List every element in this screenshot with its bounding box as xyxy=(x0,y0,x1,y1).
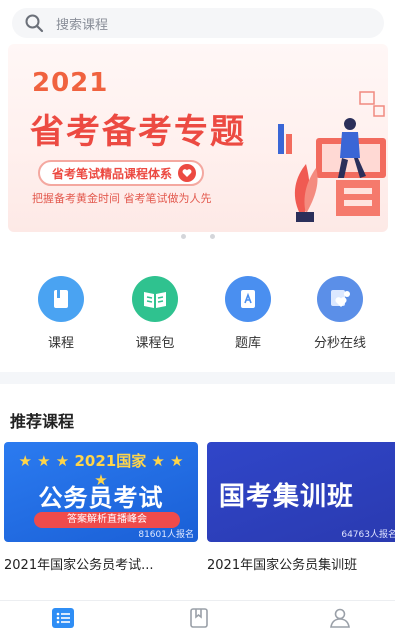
search-icon xyxy=(24,13,44,33)
section-divider xyxy=(0,372,395,384)
enroll-count: 64763人报名 xyxy=(341,530,395,540)
search-bar[interactable]: 搜索课程 xyxy=(12,8,384,38)
banner-pill-text: 省考笔试精品课程体系 xyxy=(52,166,173,181)
section-title: 推荐课程 xyxy=(10,412,75,431)
category-label: 课程包 xyxy=(135,336,175,351)
pager-dot[interactable] xyxy=(180,234,186,239)
category-online[interactable]: 分秒在线 xyxy=(300,276,380,351)
enroll-count: 81601人报名 xyxy=(138,530,194,540)
category-course[interactable]: 课程 xyxy=(21,276,101,351)
course-name[interactable]: 2021年国家公务员集训班 xyxy=(207,554,395,573)
nav-study[interactable] xyxy=(187,608,211,632)
banner-illustration xyxy=(278,91,386,222)
book-icon xyxy=(38,276,84,322)
thumb-badge: 答案解析直播峰会 xyxy=(34,512,180,528)
app-home: 搜索课程 2021 省考备考专题 省考笔试精品课程体系 把握备考黄金时间 省考笔… xyxy=(0,0,395,635)
list-icon xyxy=(52,608,74,632)
banner-pill: 省考笔试精品课程体系 xyxy=(38,160,205,186)
category-label: 题库 xyxy=(234,336,261,351)
course-name[interactable]: 2021年国家公务员考试... xyxy=(4,554,198,573)
course-card[interactable]: ★ ★ ★ 2021国家 ★ ★ ★ 公务员考试 答案解析直播峰会 81601人… xyxy=(4,442,198,573)
heart-icon xyxy=(178,164,197,182)
nav-home[interactable] xyxy=(51,608,75,632)
banner-title: 省考备考专题 xyxy=(30,112,246,152)
category-label: 分秒在线 xyxy=(313,336,366,351)
pager-dot[interactable] xyxy=(209,234,215,239)
online-heart-icon xyxy=(317,276,363,322)
search-input[interactable]: 搜索课程 xyxy=(56,14,108,33)
course-thumbnail[interactable]: ★ ★ ★ 2021国家 ★ ★ ★ 公务员考试 答案解析直播峰会 81601人… xyxy=(4,442,198,542)
open-book-icon xyxy=(132,276,178,322)
category-question-bank[interactable]: 题库 xyxy=(208,276,288,351)
banner-pager[interactable] xyxy=(0,234,395,239)
thumb-title: 公务员考试 xyxy=(38,484,164,512)
category-package[interactable]: 课程包 xyxy=(115,276,195,351)
user-icon xyxy=(329,608,351,632)
nav-profile[interactable] xyxy=(328,608,352,632)
course-card[interactable]: 国考集训班 64763人报名 2021年国家公务员集训班 xyxy=(207,442,395,573)
question-bank-icon xyxy=(225,276,271,322)
bookmark-book-icon xyxy=(190,608,208,632)
category-grid: 课程 课程包 题库 分秒在线 xyxy=(0,276,395,356)
bottom-nav xyxy=(0,600,395,635)
banner-subtitle: 把握备考黄金时间 省考笔试做为人先 xyxy=(32,192,212,205)
promo-banner[interactable]: 2021 省考备考专题 省考笔试精品课程体系 把握备考黄金时间 省考笔试做为人先 xyxy=(8,44,388,232)
thumb-title: 国考集训班 xyxy=(219,482,355,512)
category-label: 课程 xyxy=(47,336,74,351)
banner-year: 2021 xyxy=(32,68,109,98)
course-thumbnail[interactable]: 国考集训班 64763人报名 xyxy=(207,442,395,542)
